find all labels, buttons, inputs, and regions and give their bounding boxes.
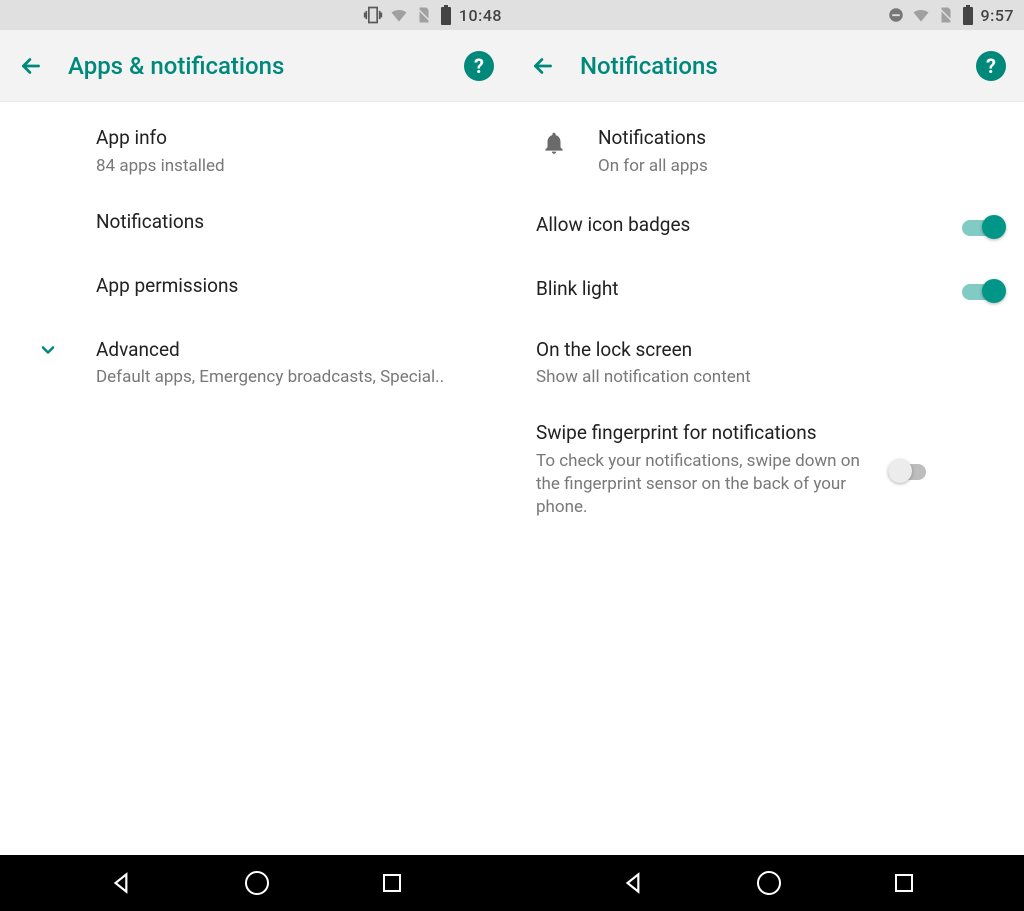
status-bar: 10:48 bbox=[0, 0, 512, 30]
nav-back-icon[interactable] bbox=[621, 870, 647, 896]
status-time: 10:48 bbox=[459, 6, 502, 25]
help-icon[interactable]: ? bbox=[976, 51, 1006, 81]
row-title: App info bbox=[96, 126, 494, 151]
row-sub: Default apps, Emergency broadcasts, Spec… bbox=[96, 366, 494, 389]
no-sim-icon bbox=[937, 6, 955, 24]
row-title: Allow icon badges bbox=[536, 213, 940, 238]
nav-recents-icon[interactable] bbox=[892, 871, 916, 895]
nav-left bbox=[0, 855, 512, 911]
toggle-allow-icon-badges[interactable] bbox=[962, 214, 1006, 240]
row-title: App permissions bbox=[96, 274, 494, 299]
toggle-blink-light[interactable] bbox=[962, 278, 1006, 304]
app-bar: Apps & notifications ? bbox=[0, 30, 512, 102]
row-lock-screen[interactable]: On the lock screen Show all notification… bbox=[512, 322, 1024, 406]
dnd-icon bbox=[887, 6, 905, 24]
nav-home-icon[interactable] bbox=[755, 869, 783, 897]
navigation-bar bbox=[0, 855, 1024, 911]
chevron-down-icon bbox=[30, 340, 66, 360]
content-list: App info 84 apps installed Notifications… bbox=[0, 102, 512, 855]
back-icon[interactable] bbox=[18, 53, 44, 79]
row-notifications[interactable]: Notifications bbox=[0, 194, 512, 258]
row-advanced[interactable]: Advanced Default apps, Emergency broadca… bbox=[0, 322, 512, 406]
nav-home-icon[interactable] bbox=[243, 869, 271, 897]
nav-recents-icon[interactable] bbox=[380, 871, 404, 895]
toggle-swipe-fingerprint[interactable] bbox=[888, 458, 932, 484]
vibrate-icon bbox=[363, 5, 383, 25]
row-app-permissions[interactable]: App permissions bbox=[0, 258, 512, 322]
nav-back-icon[interactable] bbox=[109, 870, 135, 896]
row-blink-light[interactable]: Blink light bbox=[512, 258, 1024, 322]
help-icon[interactable]: ? bbox=[464, 51, 494, 81]
wifi-icon bbox=[911, 5, 931, 25]
row-title: Blink light bbox=[536, 277, 940, 302]
nav-right bbox=[512, 855, 1024, 911]
row-title: Notifications bbox=[598, 126, 996, 151]
status-time: 9:57 bbox=[981, 6, 1015, 25]
row-notifications[interactable]: Notifications On for all apps bbox=[512, 110, 1024, 194]
row-title: On the lock screen bbox=[536, 338, 996, 363]
row-sub: 84 apps installed bbox=[96, 155, 494, 178]
no-sim-icon bbox=[415, 6, 433, 24]
wifi-icon bbox=[389, 5, 409, 25]
row-app-info[interactable]: App info 84 apps installed bbox=[0, 110, 512, 194]
row-sub: To check your notifications, swipe down … bbox=[536, 450, 866, 519]
status-bar: 9:57 bbox=[512, 0, 1024, 30]
page-title: Apps & notifications bbox=[68, 52, 440, 80]
bell-icon bbox=[536, 130, 572, 156]
screen-notifications: 9:57 Notifications ? Notifications On fo… bbox=[512, 0, 1024, 855]
row-sub: On for all apps bbox=[598, 155, 996, 178]
row-allow-icon-badges[interactable]: Allow icon badges bbox=[512, 194, 1024, 258]
row-swipe-fingerprint[interactable]: Swipe fingerprint for notifications To c… bbox=[512, 405, 1024, 535]
content-list: Notifications On for all apps Allow icon… bbox=[512, 102, 1024, 855]
screen-apps-notifications: 10:48 Apps & notifications ? App info 84… bbox=[0, 0, 512, 855]
battery-icon bbox=[961, 5, 975, 25]
row-sub: Show all notification content bbox=[536, 366, 996, 389]
row-title: Advanced bbox=[96, 338, 494, 363]
page-title: Notifications bbox=[580, 52, 952, 80]
app-bar: Notifications ? bbox=[512, 30, 1024, 102]
back-icon[interactable] bbox=[530, 53, 556, 79]
battery-icon bbox=[439, 5, 453, 25]
row-title: Notifications bbox=[96, 210, 494, 235]
row-title: Swipe fingerprint for notifications bbox=[536, 421, 866, 446]
